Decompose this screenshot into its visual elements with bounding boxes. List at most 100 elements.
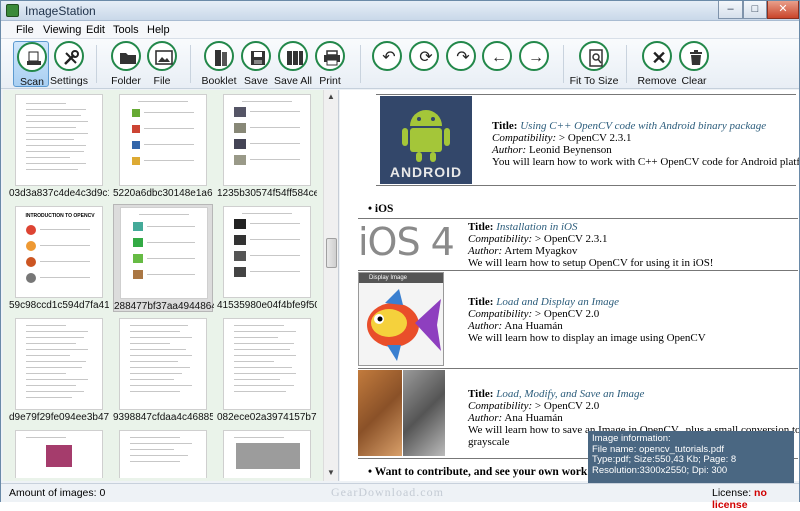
thumbnail-caption: 288477bf37aa49448645...: [114, 301, 214, 312]
save-all-icon: [280, 43, 310, 73]
title-bar[interactable]: ImageStation – □ ✕: [1, 1, 799, 21]
thumbnail-page: [15, 430, 103, 478]
thumbnail-page: [119, 430, 207, 478]
fit-page-icon: [581, 43, 611, 73]
rotate-left-button[interactable]: ↶: [367, 41, 407, 87]
ios-desc: We will learn how to setup OpenCV for us…: [468, 257, 714, 269]
image-info-tooltip: Image information: File name: opencv_tut…: [588, 431, 794, 484]
thumbnail-item-selected[interactable]: 288477bf37aa49448645...: [113, 204, 214, 312]
file-button[interactable]: File: [142, 41, 182, 87]
refresh-button[interactable]: ⟳: [404, 41, 444, 87]
folder-icon: [113, 43, 143, 73]
ios-compat: Compatibility: > OpenCV 2.3.1: [468, 233, 608, 245]
license-status: License: no license: [712, 487, 767, 511]
fit-to-size-button[interactable]: Fit To Size: [570, 41, 618, 87]
modify-title: Title: Load, Modify, and Save an Image: [468, 388, 645, 400]
close-button[interactable]: ✕: [767, 1, 799, 19]
thumbnail-item[interactable]: 5220a6dbc30148e1a66...: [113, 92, 213, 200]
tools-icon: [56, 43, 86, 73]
scroll-up-icon[interactable]: ▲: [327, 92, 335, 101]
app-icon: [6, 4, 19, 17]
android-author: Author: Leonid Beynenson: [492, 144, 612, 156]
floppy-icon: [243, 43, 273, 73]
thumbnail-page: [119, 318, 207, 410]
thumbnail-item[interactable]: [113, 428, 213, 478]
clear-label: Clear: [681, 75, 707, 87]
thumbnail-caption: 41535980e04f4bfe9f50d...: [217, 300, 317, 311]
thumbnail-caption: d9e79f29fe094ee3b475...: [9, 412, 109, 423]
thumbnail-page: [223, 430, 311, 478]
menu-viewing[interactable]: Viewing: [43, 24, 81, 36]
thumbnail-page: INTRODUCTION TO OPENCV: [15, 206, 103, 298]
watermark: GearDownload.com: [331, 485, 444, 499]
previous-button[interactable]: ←: [477, 41, 517, 87]
thumbnail-panel[interactable]: 03d3a837c4de4c3d9c1... 5220a6dbc30148e1a…: [3, 90, 339, 481]
thumbnail-caption: 5220a6dbc30148e1a66...: [113, 188, 213, 199]
thumbnail-item[interactable]: [9, 428, 109, 478]
refresh-icon: ⟳: [419, 49, 433, 66]
trash-icon: [681, 43, 711, 73]
rotate-right-button[interactable]: ↷: [441, 41, 481, 87]
thumbnail-item[interactable]: d9e79f29fe094ee3b475...: [9, 316, 109, 424]
thumbnail-item[interactable]: 082ece02a3974157b7d...: [217, 316, 317, 424]
thumbnail-caption: 03d3a837c4de4c3d9c1...: [9, 188, 109, 199]
ios-author: Author: Artem Myagkov: [468, 245, 578, 257]
toolbar: Scan Settings Folder File Booklet Save S…: [1, 39, 799, 89]
maximize-button[interactable]: □: [743, 1, 767, 19]
window-title: ImageStation: [25, 4, 96, 18]
menu-tools[interactable]: Tools: [113, 24, 139, 36]
thumbnail-page: [15, 94, 103, 186]
booklet-icon: [206, 43, 236, 73]
fish-image: [367, 289, 441, 361]
settings-button[interactable]: Settings: [49, 41, 89, 87]
modify-desc-cont: grayscale: [468, 436, 510, 448]
display-title: Title: Load and Display an Image: [468, 296, 620, 308]
info-heading: Image information:: [592, 433, 671, 444]
file-label: File: [153, 75, 171, 87]
scroll-thumb[interactable]: [326, 238, 337, 268]
thumbnail-item[interactable]: 1235b30574f54ff584ce2...: [217, 92, 317, 200]
menu-file[interactable]: File: [16, 24, 34, 36]
android-desc: You will learn how to work with C++ Open…: [492, 156, 799, 168]
document-preview[interactable]: ANDROID Title: Using C++ OpenCV code wit…: [340, 90, 799, 481]
app-window: ImageStation – □ ✕ File Viewing Edit Too…: [0, 0, 800, 511]
fit-to-size-label: Fit To Size: [569, 75, 619, 87]
ios-logo: iOS 4: [358, 220, 455, 264]
arrow-left-icon: ←: [491, 49, 507, 66]
thumbnail-item[interactable]: [217, 428, 317, 478]
scanner-icon: [19, 44, 49, 74]
ios-section-heading: • iOS: [368, 203, 394, 215]
android-compat: Compatibility: > OpenCV 2.3.1: [492, 132, 632, 144]
modify-author: Author: Ana Huamán: [468, 412, 563, 424]
thumbnail-caption: 9398847cfdaa4c468853...: [113, 412, 213, 423]
thumbnail-caption: 082ece02a3974157b7d...: [217, 412, 317, 423]
cat-gray-image: [403, 370, 445, 456]
display-desc: We will learn how to display an image us…: [468, 332, 706, 344]
rotate-left-icon: ↶: [382, 49, 396, 66]
thumbnail-item[interactable]: 03d3a837c4de4c3d9c1...: [9, 92, 109, 200]
android-logo: ANDROID: [380, 96, 472, 184]
menu-help[interactable]: Help: [147, 24, 170, 36]
thumbnail-item[interactable]: 9398847cfdaa4c468853...: [113, 316, 213, 424]
cat-color-image: [358, 370, 402, 456]
thumbnail-item[interactable]: INTRODUCTION TO OPENCV 59c98ccd1c594d7fa…: [9, 204, 109, 312]
next-button[interactable]: →: [514, 41, 554, 87]
info-resolution: Resolution:3300x2550; Dpi: 300: [592, 464, 728, 476]
menu-edit[interactable]: Edit: [86, 24, 105, 36]
clear-button[interactable]: Clear: [674, 41, 714, 87]
thumbnail-caption: 59c98ccd1c594d7fa41c...: [9, 300, 109, 311]
thumbnail-item[interactable]: 41535980e04f4bfe9f50d...: [217, 204, 317, 312]
minimize-button[interactable]: –: [718, 1, 743, 19]
thumbnail-page: [120, 207, 208, 299]
info-type: Type:pdf; Size:550,43 Kb; Page: 8: [592, 454, 737, 465]
print-button[interactable]: Print: [310, 41, 350, 87]
android-title: Title: Using C++ OpenCV code with Androi…: [492, 120, 767, 132]
scroll-down-icon[interactable]: ▼: [327, 468, 335, 477]
thumbnail-scrollbar[interactable]: ▲ ▼: [323, 90, 338, 481]
display-author: Author: Ana Huamán: [468, 320, 563, 332]
menu-bar: File Viewing Edit Tools Help: [1, 21, 799, 39]
modify-compat: Compatibility: > OpenCV 2.0: [468, 400, 600, 412]
display-image-thumbnail: Display Image: [358, 272, 444, 366]
arrow-right-icon: →: [528, 49, 544, 66]
thumbnail-page: [223, 318, 311, 410]
